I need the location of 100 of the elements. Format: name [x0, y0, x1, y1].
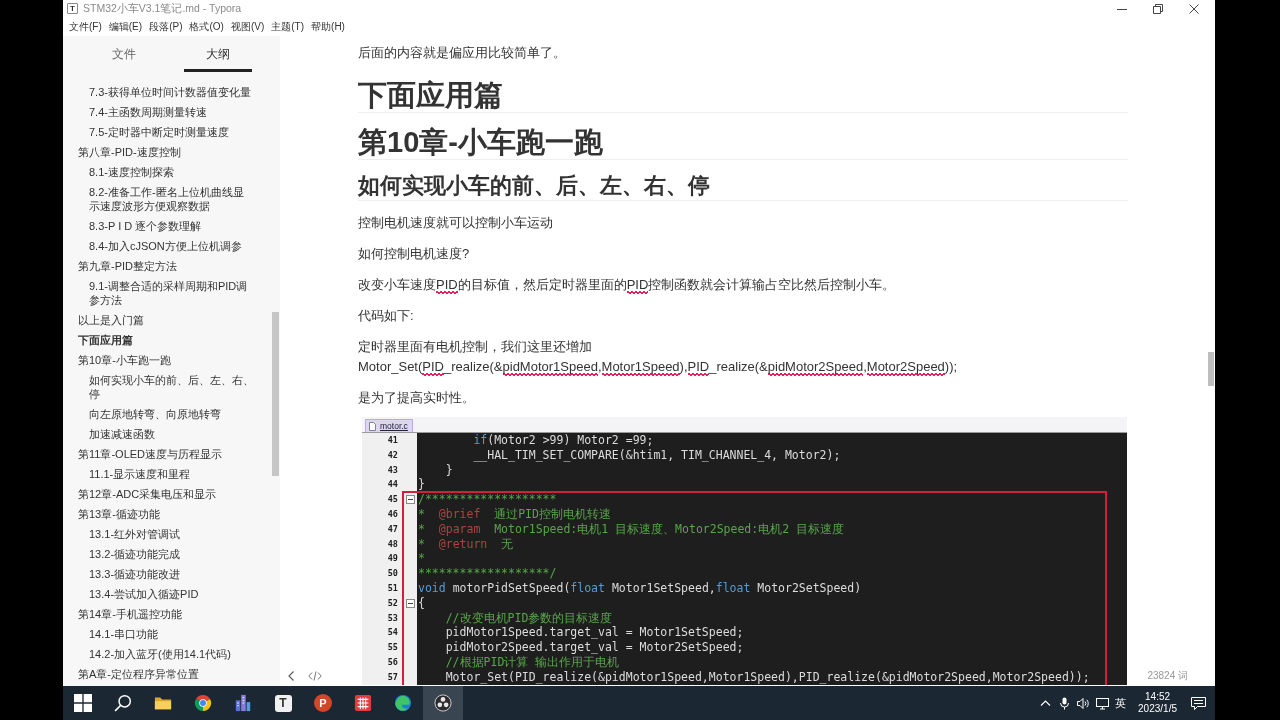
outline-item[interactable]: 如何实现小车的前、后、左、右、停 — [89, 370, 255, 404]
line-number: 55 — [387, 642, 398, 653]
outline-item[interactable]: 13.4-尝试加入循迹PID — [89, 584, 255, 604]
tricolor-ring-icon[interactable] — [194, 694, 212, 712]
search-icon[interactable] — [114, 694, 132, 712]
sidebar-tab[interactable]: 文件 — [63, 36, 184, 72]
outline-item[interactable]: 14.2-加入蓝牙(使用14.1代码) — [89, 644, 255, 664]
outline-item[interactable]: 13.2-循迹功能完成 — [89, 544, 255, 564]
line-number: 51 — [387, 582, 398, 593]
line-number: 49 — [387, 553, 398, 564]
outline-item[interactable]: 第14章-手机遥控功能 — [78, 604, 255, 624]
outline-item[interactable]: 9.1-调整合适的采样周期和PID调参方法 — [89, 276, 255, 310]
outline-item[interactable]: 7.5-定时器中断定时测量速度 — [89, 122, 255, 142]
line-number: 52 — [387, 597, 398, 608]
scrollbar-thumb[interactable] — [1208, 352, 1214, 386]
outline-item[interactable]: 11.1-显示速度和里程 — [89, 464, 255, 484]
clock-date[interactable]: 2023/1/5 — [1138, 703, 1177, 715]
menu-item[interactable]: 视图(V) — [230, 19, 265, 34]
code-line: //根据PID计算 输出作用于电机 — [444, 654, 620, 669]
close-icon[interactable] — [1189, 3, 1199, 14]
line-number: 43 — [387, 464, 398, 475]
outline-item[interactable]: 8.4-加入cJSON方便上位机调参 — [89, 236, 255, 256]
code-line: { — [418, 595, 425, 610]
outline-item[interactable]: 第八章-PID-速度控制 — [78, 142, 255, 162]
code-line: /******************* — [418, 492, 557, 507]
code-line: pidMotor2Speed.target_val = Motor2SetSpeed; — [444, 640, 744, 655]
line-number: 54 — [387, 627, 398, 638]
line-number: 48 — [387, 538, 398, 549]
outline-item[interactable]: 13.3-循迹功能改进 — [89, 564, 255, 584]
outline-item[interactable]: 第12章-ADC采集电压和显示 — [78, 484, 255, 504]
lens-icon[interactable] — [434, 694, 452, 712]
clock-time[interactable]: 14:52 — [1145, 691, 1171, 703]
chevron-left-icon[interactable] — [288, 671, 294, 681]
outline-item[interactable]: 13.1-红外对管调试 — [89, 524, 255, 544]
restore-icon[interactable] — [1153, 3, 1163, 14]
word-count: 23824 词 — [1147, 670, 1188, 682]
code-line: void motorPidSetSpeed(float Motor1SetSpeed,float Motor2SetSpeed) — [418, 580, 862, 595]
taskbar-button[interactable] — [423, 686, 463, 720]
menu-item[interactable]: 编辑(E) — [108, 19, 143, 34]
menu-item[interactable]: 文件(F) — [69, 19, 102, 34]
paragraph: 定时器里面有电机控制，我们这里还增加Motor_Set(PID_realize(&pidMotor1Speed,Motor1Speed),PID_realize(&pidMotor2Speed,Motor2Speed)); — [358, 338, 959, 377]
menu-item[interactable]: 格式(O) — [189, 19, 224, 34]
menu-item[interactable]: 帮助(H) — [311, 19, 345, 34]
outline-item[interactable]: 以上是入门篇 — [78, 310, 255, 330]
grid-icon[interactable] — [354, 694, 372, 712]
outline-item[interactable]: 第13章-循迹功能 — [78, 504, 255, 524]
line-number: 53 — [387, 612, 398, 623]
taskbar-button[interactable]: T — [263, 686, 303, 720]
paragraph: 后面的内容就是偏应用比较简单了。 — [358, 44, 567, 62]
paragraph: 改变小车速度PID的目标值，然后定时器里面的PID控制函数就会计算输占空比然后控制小车。 — [358, 276, 897, 295]
letter-disc-icon[interactable]: P — [314, 694, 332, 712]
outline-item[interactable]: 第九章-PID整定方法 — [78, 256, 255, 276]
outline-item[interactable]: 14.1-串口功能 — [89, 624, 255, 644]
outline-item[interactable]: 第11章-OLED速度与历程显示 — [78, 444, 255, 464]
sidebar-tab[interactable]: 大纲 — [184, 36, 252, 72]
window-title: STM32小车V3.1笔记.md - Typora — [83, 1, 242, 16]
code-line: *******************/ — [418, 566, 557, 581]
paragraph: 是为了提高实时性。 — [358, 389, 476, 407]
swirl-icon[interactable] — [394, 694, 412, 712]
paragraph: 控制电机速度就可以控制小车运动 — [358, 214, 554, 232]
outline-item[interactable]: 下面应用篇 — [78, 330, 255, 350]
menu-item[interactable]: 主题(T) — [271, 19, 305, 34]
input-language-indicator[interactable]: 英 — [1115, 695, 1127, 711]
menu-item[interactable]: 段落(P) — [149, 19, 183, 34]
taskbar-button[interactable]: P — [303, 686, 343, 720]
code-line: if(Motor2 >99) Motor2 =99; — [472, 433, 654, 447]
line-number: 44 — [387, 479, 398, 490]
outline-item[interactable]: 7.3-获得单位时间计数器值变化量 — [89, 82, 255, 102]
buildings-icon[interactable] — [234, 694, 252, 712]
code-line: * @param Motor1Speed:电机1 目标速度、Motor2Speed:电机2 目标速度 — [418, 521, 845, 536]
four-panes-icon[interactable] — [74, 694, 92, 712]
outline-item[interactable]: 加速减速函数 — [89, 424, 255, 444]
outline-item[interactable]: 7.4-主函数周期测量转速 — [89, 102, 255, 122]
notification-icon[interactable] — [1191, 695, 1206, 711]
app-icon: T — [67, 3, 78, 14]
code-line: Motor_Set(PID_realize(&pidMotor1Speed,Motor1Speed),PID_realize(&pidMotor2Speed,Motor2Speed)); — [444, 669, 1090, 684]
speaker-icon[interactable] — [1077, 696, 1091, 710]
outline-item[interactable]: 8.1-速度控制探索 — [89, 162, 255, 182]
scrollbar-thumb[interactable] — [272, 312, 279, 476]
line-number: 46 — [387, 509, 398, 519]
microphone-icon[interactable] — [1058, 696, 1072, 710]
file-tab[interactable]: motor.c — [365, 419, 413, 432]
outline-item[interactable]: 第A章-定位程序异常位置 — [78, 664, 255, 684]
outline-item[interactable]: 第10章-小车跑一跑 — [78, 350, 255, 370]
fold-icon[interactable] — [406, 598, 415, 608]
code-line: __HAL_TIM_SET_COMPARE(&htim1, TIM_CHANNEL_4, Motor2); — [472, 447, 841, 462]
outline-item[interactable]: 8.3-P I D 逐个参数理解 — [89, 216, 255, 236]
line-number: 42 — [387, 449, 398, 460]
outline-item[interactable]: 8.2-准备工作-匿名上位机曲线显示速度波形方便观察数据 — [89, 182, 255, 216]
line-number: 56 — [387, 656, 398, 667]
letter-tile-icon[interactable]: T — [274, 694, 292, 712]
heading: 下面应用篇 — [358, 78, 1128, 113]
monitor-icon[interactable] — [1096, 696, 1110, 710]
subheading: 如何实现小车的前、后、左、右、停 — [358, 172, 1128, 201]
code-line: * @return 无 — [418, 536, 514, 551]
fold-icon[interactable] — [406, 495, 415, 505]
code-icon[interactable] — [308, 671, 322, 681]
line-number: 41 — [387, 435, 398, 445]
outline-item[interactable]: 向左原地转弯、向原地转弯 — [89, 404, 255, 424]
heading: 第10章-小车跑一跑 — [358, 125, 1128, 160]
